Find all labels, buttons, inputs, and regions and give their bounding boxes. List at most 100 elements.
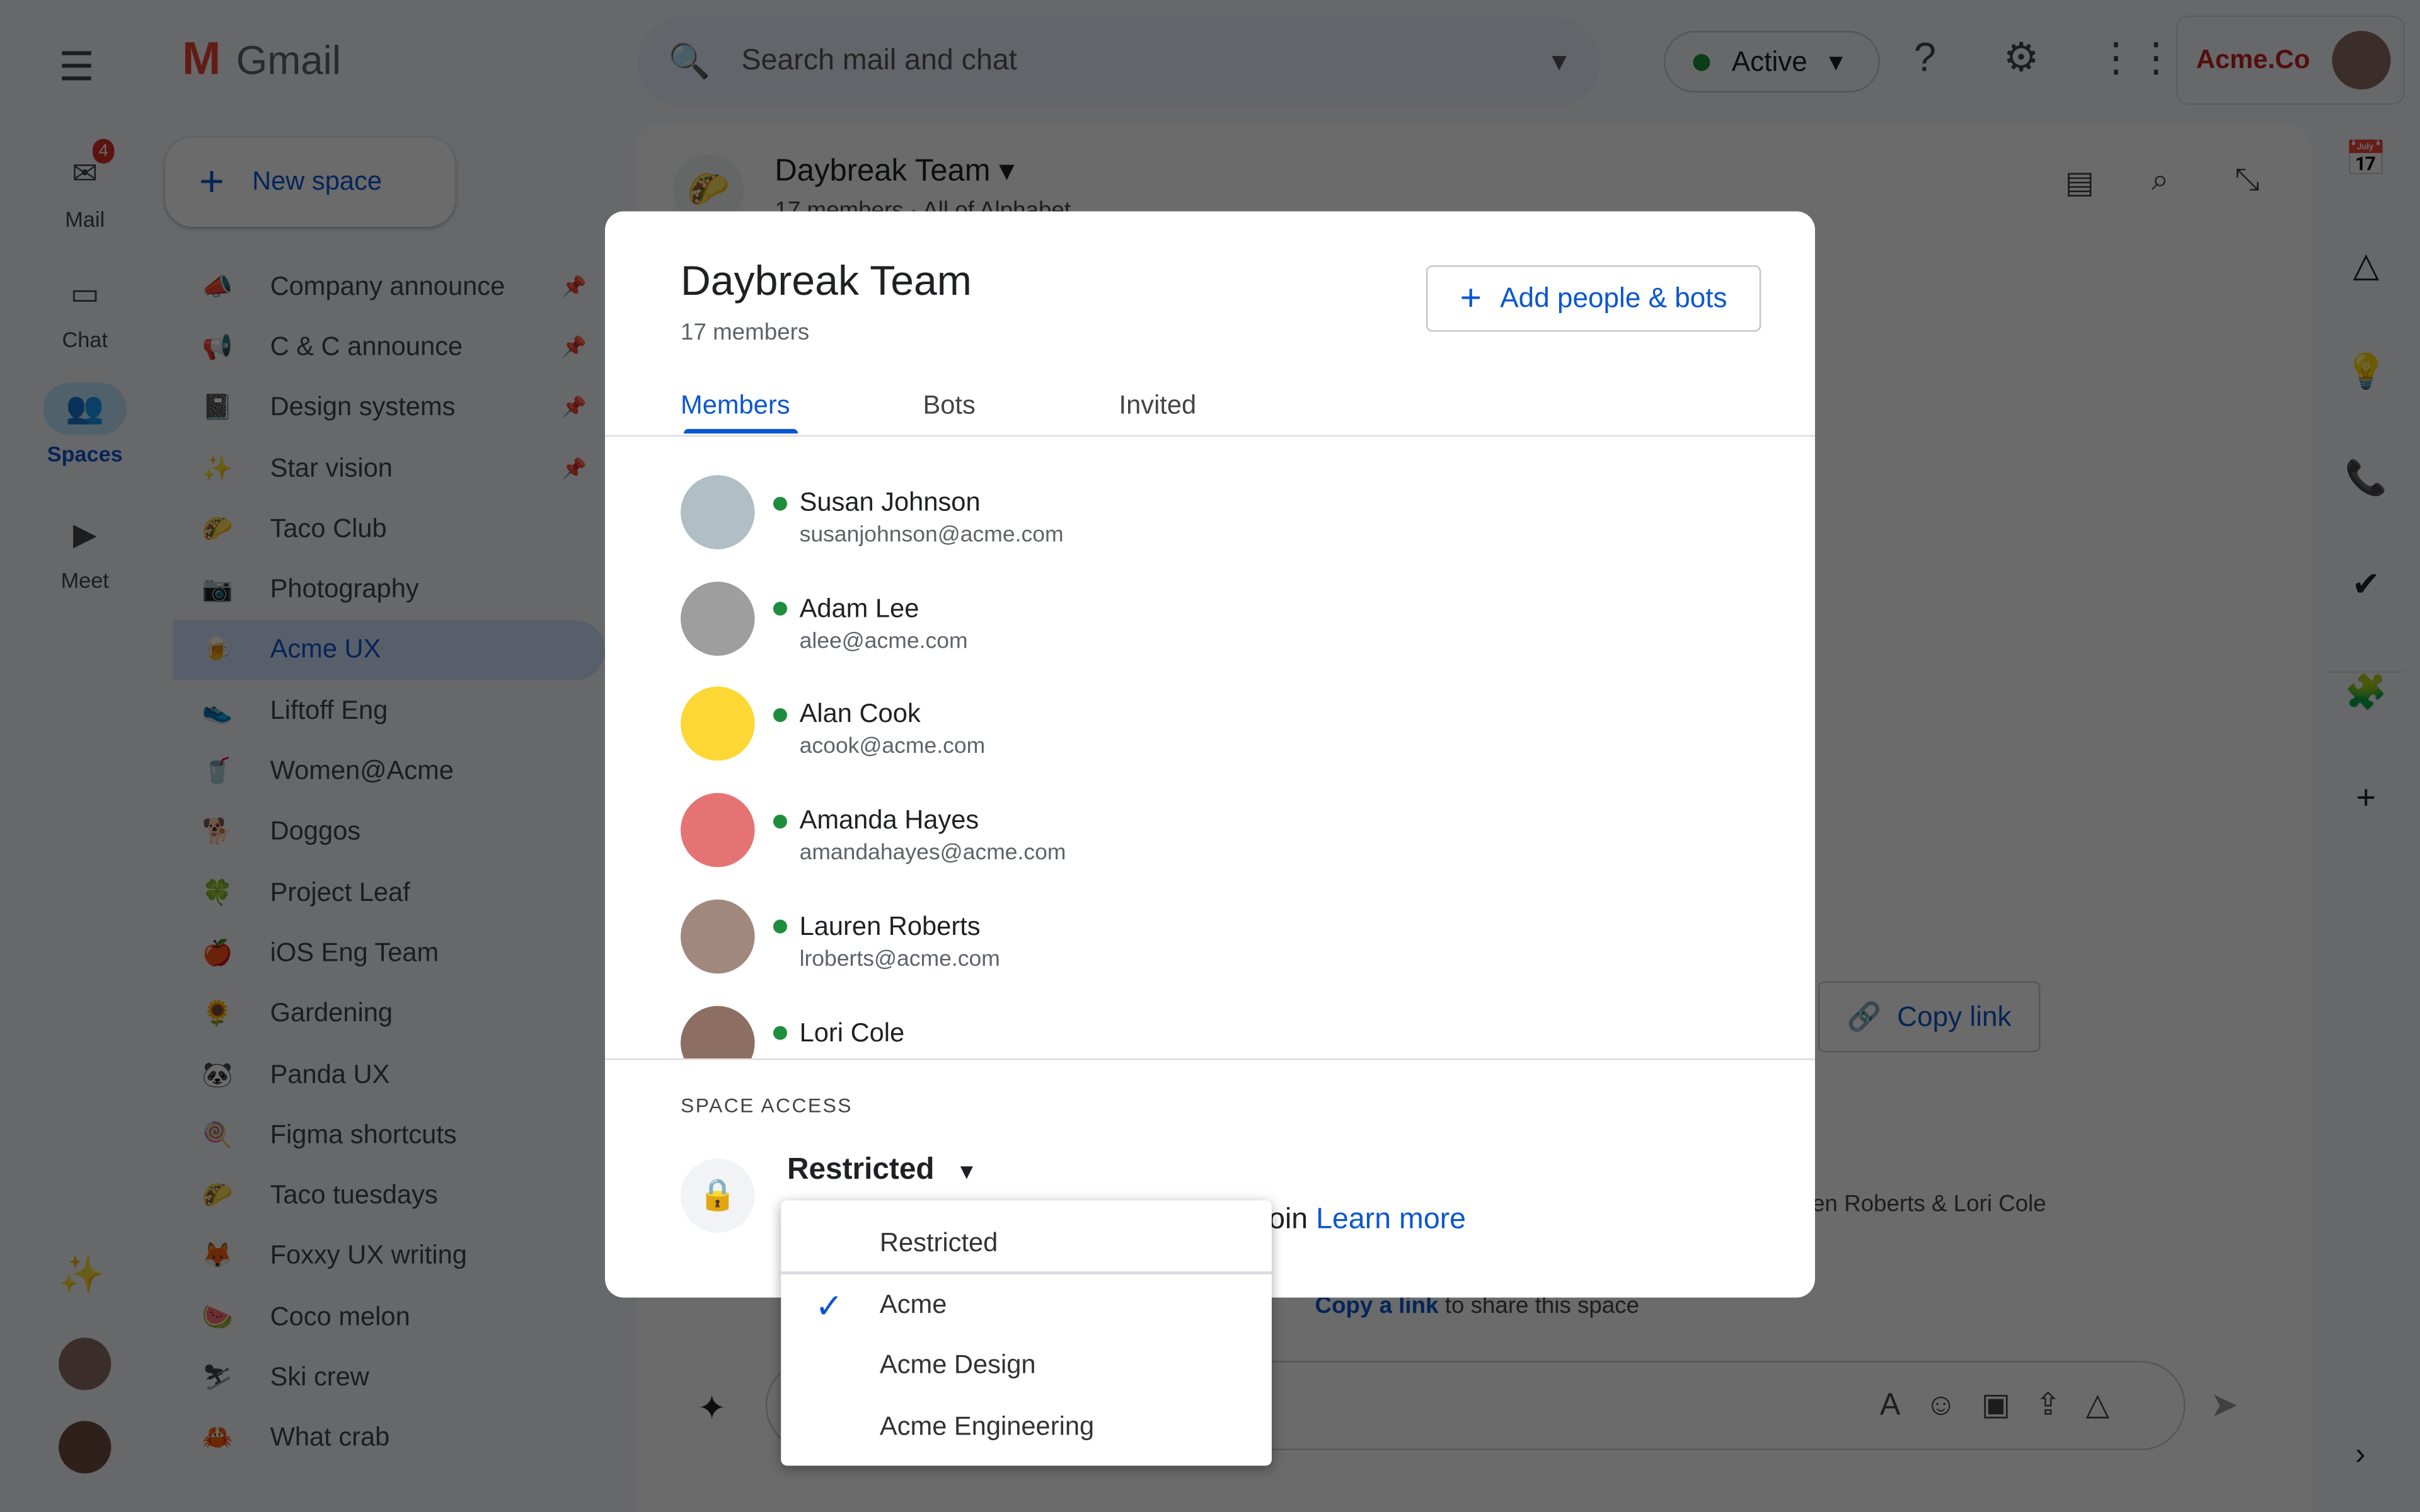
new-space-button[interactable]: + New space (165, 137, 456, 227)
tasks-icon[interactable]: ✔ (2327, 564, 2404, 671)
menu-item-acme-engineering[interactable]: Acme Engineering (880, 1412, 1094, 1443)
title-text: Daybreak Team (775, 154, 991, 188)
members-list[interactable]: Susan Johnson susanjohnson@acme.com Adam L… (605, 438, 1815, 1059)
add-people-bots-button[interactable]: + Add people & bots (1426, 265, 1761, 332)
space-emoji-icon: 🌻 (202, 1001, 233, 1028)
pin-icon[interactable]: 📌 (562, 274, 587, 299)
copy-link-button[interactable]: 🔗 Copy link (1818, 981, 2041, 1053)
search-input[interactable]: Search mail and chat (742, 45, 1017, 79)
pin-icon[interactable]: 📌 (562, 456, 587, 481)
online-status-dot (773, 920, 787, 934)
learn-more-link[interactable]: Learn more (1316, 1203, 1466, 1235)
space-item[interactable]: 🐼 Panda UX (173, 1045, 605, 1105)
spaces-list: 📣 Company announce 📌 📢 C & C announce 📌 📓 Desig… (173, 256, 606, 1469)
status-dropdown[interactable]: Active ▾ (1664, 30, 1880, 93)
space-name: Figma shortcuts (270, 1120, 457, 1150)
unread-badge: 4 (92, 139, 115, 164)
account-switcher[interactable]: Acme.Co (2176, 15, 2405, 105)
access-dropdown[interactable]: Restricted ▼ (787, 1152, 977, 1188)
space-emoji-icon: 🐕 (202, 820, 233, 846)
member-row[interactable]: Lori Cole (681, 1005, 905, 1059)
star-vision-shortcut-icon[interactable]: ✨ (59, 1253, 105, 1298)
rail-label: Chat (62, 327, 108, 352)
space-item[interactable]: 🍺 Acme UX (173, 619, 606, 681)
menu-item-acme[interactable]: Acme (880, 1290, 947, 1320)
composer-tools-icons[interactable]: A☺▣⇪△ (1880, 1385, 2135, 1424)
space-item[interactable]: 🦀 What crab (173, 1408, 605, 1469)
space-item[interactable]: 🐕 Doggos (173, 802, 605, 862)
online-status-dot (773, 496, 787, 510)
rail-chat[interactable]: ▭ Chat (0, 268, 170, 352)
space-item[interactable]: 📷 Photography (173, 559, 605, 620)
avatar (681, 475, 755, 549)
mail-icon: ✉ (72, 157, 98, 192)
chevron-down-icon[interactable]: ▾ (1552, 44, 1566, 79)
gmail-logo[interactable]: M Gmail (182, 34, 341, 86)
active-tab-indicator (683, 428, 798, 434)
space-item[interactable]: ✨ Star vision 📌 (173, 438, 605, 498)
space-item[interactable]: 🍀 Project Leaf (173, 862, 605, 923)
space-item[interactable]: 🌮 Taco tuesdays (173, 1166, 605, 1226)
space-item[interactable]: 🍉 Coco melon (173, 1287, 605, 1348)
space-item[interactable]: 🌻 Gardening (173, 983, 605, 1044)
search-icon[interactable]: ⌕ (2152, 164, 2169, 199)
voice-icon[interactable]: 📞 (2327, 458, 2404, 564)
space-emoji-icon: ⛷ (202, 1365, 234, 1392)
space-item[interactable]: 🍎 iOS Eng Team (173, 923, 605, 983)
access-value: Restricted (786, 1152, 935, 1187)
check-icon: ✓ (815, 1286, 844, 1326)
tab-members[interactable]: Members (681, 391, 790, 421)
space-item[interactable]: 🌮 Taco Club (173, 498, 605, 559)
member-name: Adam Lee (799, 593, 919, 623)
space-item[interactable]: 🦊 Foxxy UX writing (173, 1226, 605, 1286)
space-item[interactable]: 👟 Liftoff Eng (173, 680, 605, 741)
member-name: Lori Cole (799, 1017, 905, 1047)
calendar-icon[interactable]: 📅 (2327, 139, 2404, 245)
access-options-menu: Restricted ✓ Acme Acme Design Acme Engin… (781, 1200, 1272, 1466)
plus-icon[interactable]: + (2327, 777, 2404, 884)
space-emoji-icon: 📢 (202, 335, 233, 361)
chevron-right-icon[interactable]: › (2355, 1438, 2365, 1473)
menu-item-restricted[interactable]: Restricted (880, 1228, 998, 1259)
space-name: Doggos (270, 816, 361, 846)
menu-item-acme-design[interactable]: Acme Design (880, 1350, 1036, 1381)
space-title[interactable]: Daybreak Team ▾ (775, 151, 1014, 190)
apps-grid-icon[interactable]: ⋮⋮ (2096, 34, 2176, 82)
space-item[interactable]: 📣 Company announce 📌 (173, 256, 605, 317)
collapse-icon[interactable]: ⤡ (2235, 164, 2259, 199)
pin-icon[interactable]: 📌 (562, 335, 587, 359)
search-bar[interactable]: 🔍 Search mail and chat ▾ (637, 16, 1601, 106)
sparkle-icon[interactable]: ✦ (698, 1389, 726, 1429)
tab-invited[interactable]: Invited (1119, 391, 1197, 421)
rail-spaces[interactable]: 👥 Spaces (0, 382, 170, 466)
space-name: Photography (270, 574, 419, 604)
space-item[interactable]: 📓 Design systems 📌 (173, 377, 605, 438)
send-icon[interactable]: ➤ (2210, 1385, 2238, 1426)
space-item[interactable]: ⛷ Ski crew (173, 1348, 605, 1408)
space-name: Foxxy UX writing (270, 1240, 467, 1271)
member-name: Lauren Roberts (799, 911, 981, 941)
keep-icon[interactable]: 💡 (2327, 352, 2404, 458)
member-row[interactable]: Susan Johnson susanjohnson@acme.com (681, 475, 1064, 568)
avatar[interactable] (59, 1337, 112, 1390)
space-item[interactable]: 🍭 Figma shortcuts (173, 1105, 605, 1166)
member-row[interactable]: Lauren Roberts lroberts@acme.com (681, 899, 1000, 992)
rail-mail[interactable]: ✉ 4 Mail (0, 139, 170, 231)
pin-icon[interactable]: 📌 (562, 396, 587, 420)
rail-meet[interactable]: ▶ Meet (0, 509, 170, 593)
gear-icon[interactable]: ⚙ (2003, 34, 2039, 82)
main-menu-icon[interactable]: ☰ (59, 43, 95, 91)
threads-icon[interactable]: ▤ (2065, 164, 2094, 202)
addons-icon[interactable]: 🧩 (2327, 671, 2405, 777)
member-row[interactable]: Amanda Hayes amandahayes@acme.com (681, 793, 1066, 886)
space-item[interactable]: 🥤 Women@Acme (173, 741, 605, 801)
member-row[interactable]: Alan Cook acook@acme.com (681, 687, 985, 780)
drive-icon[interactable]: △ (2327, 245, 2404, 352)
space-item[interactable]: 📢 C & C announce 📌 (173, 317, 605, 377)
tab-bots[interactable]: Bots (923, 391, 976, 421)
space-emoji-icon: 🐼 (202, 1062, 233, 1089)
help-icon[interactable]: ? (1914, 34, 1936, 82)
access-help: oin Learn more (1269, 1203, 1466, 1237)
avatar[interactable] (59, 1421, 112, 1474)
member-row[interactable]: Adam Lee alee@acme.com (681, 581, 968, 674)
